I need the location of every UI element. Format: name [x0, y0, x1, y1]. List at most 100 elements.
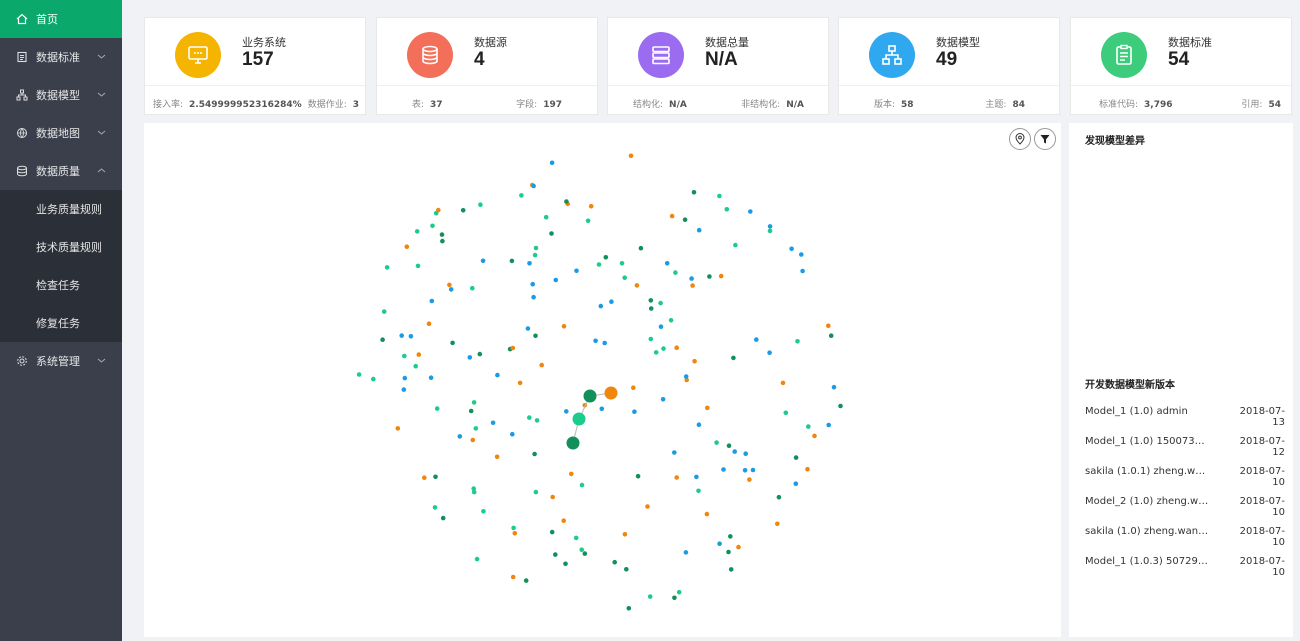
- graph-node[interactable]: [780, 380, 786, 386]
- graph-node[interactable]: [413, 363, 419, 369]
- graph-node[interactable]: [579, 547, 584, 552]
- graph-node[interactable]: [728, 534, 733, 539]
- graph-node[interactable]: [672, 450, 677, 455]
- graph-node[interactable]: [800, 268, 805, 274]
- graph-node[interactable]: [530, 281, 535, 287]
- graph-node[interactable]: [467, 355, 473, 360]
- graph-node[interactable]: [531, 183, 536, 189]
- graph-node[interactable]: [381, 309, 387, 314]
- graph-node[interactable]: [490, 420, 496, 426]
- graph-node[interactable]: [658, 324, 664, 329]
- graph-node[interactable]: [433, 210, 439, 216]
- graph-node[interactable]: [799, 252, 804, 257]
- locate-button[interactable]: [1009, 128, 1031, 150]
- graph-node[interactable]: [533, 489, 539, 495]
- graph-node[interactable]: [733, 242, 738, 248]
- graph-node[interactable]: [793, 481, 799, 487]
- graph-node[interactable]: [828, 333, 834, 338]
- graph-node[interactable]: [428, 375, 434, 380]
- graph-node[interactable]: [660, 397, 666, 402]
- version-row[interactable]: Model_1 (1.0) 1500738487... 2018-07-12: [1085, 436, 1285, 458]
- graph-node[interactable]: [564, 409, 569, 414]
- graph-node[interactable]: [399, 333, 404, 338]
- graph-node[interactable]: [707, 274, 712, 279]
- graph-node[interactable]: [609, 299, 614, 304]
- graph-node[interactable]: [539, 362, 544, 368]
- graph-node[interactable]: [826, 323, 831, 329]
- graph-node[interactable]: [648, 336, 654, 342]
- graph-node[interactable]: [432, 505, 438, 510]
- graph-node[interactable]: [563, 561, 568, 567]
- graph-node[interactable]: [422, 475, 427, 481]
- graph-node[interactable]: [767, 224, 773, 229]
- graph-node[interactable]: [598, 303, 604, 309]
- graph-node[interactable]: [626, 606, 632, 611]
- graph-node[interactable]: [658, 300, 663, 306]
- network-graph[interactable]: [144, 123, 1061, 637]
- submenu-item-repair-tasks[interactable]: 修复任务: [0, 304, 122, 342]
- graph-node[interactable]: [471, 486, 477, 491]
- graph-node[interactable]: [384, 265, 390, 270]
- graph-node[interactable]: [433, 474, 438, 480]
- graph-node[interactable]: [569, 471, 574, 477]
- graph-node[interactable]: [596, 262, 602, 267]
- graph-node[interactable]: [579, 482, 585, 488]
- graph-node[interactable]: [612, 559, 617, 565]
- graph-node[interactable]: [588, 203, 594, 209]
- graph-node[interactable]: [481, 509, 486, 514]
- graph-node[interactable]: [690, 283, 695, 288]
- graph-node[interactable]: [470, 285, 475, 291]
- graph-node[interactable]: [494, 454, 500, 460]
- graph-node[interactable]: [694, 474, 699, 480]
- graph-node[interactable]: [470, 437, 476, 443]
- graph-node[interactable]: [631, 385, 636, 391]
- graph-node[interactable]: [593, 338, 598, 344]
- graph-node[interactable]: [635, 473, 641, 479]
- graph-hub-node[interactable]: [604, 386, 618, 400]
- graph-node[interactable]: [806, 424, 811, 429]
- graph-node[interactable]: [495, 372, 500, 378]
- graph-node[interactable]: [395, 426, 401, 431]
- graph-node[interactable]: [674, 475, 679, 480]
- graph-node[interactable]: [689, 276, 694, 281]
- graph-node[interactable]: [440, 515, 446, 521]
- sidebar-item-data-standard[interactable]: 数据标准: [0, 38, 122, 76]
- graph-node[interactable]: [692, 358, 697, 364]
- graph-node[interactable]: [696, 422, 702, 428]
- graph-node[interactable]: [356, 372, 362, 377]
- graph-node[interactable]: [517, 380, 523, 386]
- sidebar-item-home[interactable]: 首页: [0, 0, 122, 38]
- graph-node[interactable]: [648, 306, 654, 311]
- graph-node[interactable]: [767, 228, 773, 234]
- graph-node[interactable]: [460, 208, 466, 213]
- graph-node[interactable]: [523, 578, 529, 583]
- graph-node[interactable]: [783, 410, 789, 416]
- stat-card-business-systems[interactable]: 业务系统 157 接入率: 2.549999952316284% 数据作业: 3: [144, 17, 366, 115]
- graph-node[interactable]: [622, 275, 627, 280]
- graph-node[interactable]: [776, 494, 782, 500]
- graph-node[interactable]: [561, 518, 566, 523]
- graph-node[interactable]: [789, 246, 794, 252]
- graph-node[interactable]: [812, 433, 817, 439]
- graph-node[interactable]: [653, 350, 659, 355]
- graph-node[interactable]: [471, 400, 477, 405]
- graph-node[interactable]: [696, 227, 702, 233]
- graph-node[interactable]: [750, 467, 756, 473]
- graph-node[interactable]: [401, 387, 407, 392]
- graph-node[interactable]: [416, 352, 422, 357]
- graph-node[interactable]: [676, 589, 682, 595]
- stat-card-data-volume[interactable]: 数据总量 N/A 结构化: N/A 非结构化: N/A: [607, 17, 829, 115]
- graph-node[interactable]: [726, 549, 731, 555]
- graph-node[interactable]: [645, 504, 650, 509]
- graph-node[interactable]: [543, 214, 549, 220]
- graph-node[interactable]: [561, 324, 567, 329]
- graph-node[interactable]: [696, 488, 701, 494]
- graph-node[interactable]: [717, 541, 722, 546]
- graph-node[interactable]: [747, 477, 752, 482]
- graph-node[interactable]: [648, 298, 654, 303]
- graph-node[interactable]: [574, 268, 579, 274]
- version-row[interactable]: Model_1 (1.0.3) 50729553@... 2018-07-10: [1085, 556, 1285, 578]
- graph-node[interactable]: [564, 199, 569, 204]
- graph-node[interactable]: [661, 346, 666, 351]
- graph-node[interactable]: [602, 340, 607, 346]
